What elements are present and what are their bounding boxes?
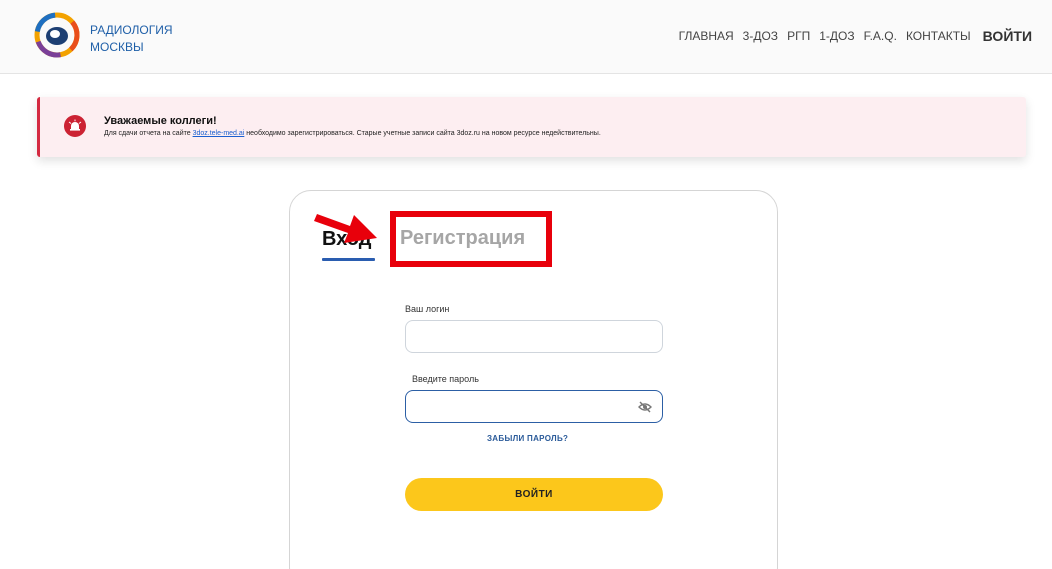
site-header: РАДИОЛОГИЯ МОСКВЫ ГЛАВНАЯ 3-ДОЗ РГП 1-ДО… xyxy=(0,0,1052,74)
logo-icon[interactable] xyxy=(34,12,80,58)
notice-alert: Уважаемые коллеги! Для сдачи отчета на с… xyxy=(37,97,1026,157)
red-arrow-icon xyxy=(313,198,381,251)
logo-text[interactable]: РАДИОЛОГИЯ МОСКВЫ xyxy=(90,22,173,56)
login-input[interactable] xyxy=(405,320,663,353)
nav-link-1doz[interactable]: 1-ДОЗ xyxy=(819,29,854,43)
highlight-box xyxy=(390,211,552,267)
nav-link-3doz[interactable]: 3-ДОЗ xyxy=(743,29,778,43)
login-submit-button[interactable]: ВОЙТИ xyxy=(405,478,663,511)
forgot-password-link[interactable]: ЗАБЫЛИ ПАРОЛЬ? xyxy=(487,434,568,443)
nav-link-contacts[interactable]: КОНТАКТЫ xyxy=(906,29,971,43)
nav-link-rgp[interactable]: РГП xyxy=(787,29,810,43)
password-label: Введите пароль xyxy=(412,374,479,384)
alert-title: Уважаемые коллеги! xyxy=(104,115,217,127)
nav-link-main[interactable]: ГЛАВНАЯ xyxy=(679,29,734,43)
password-input[interactable] xyxy=(405,390,663,423)
nav-login-link[interactable]: ВОЙТИ xyxy=(983,28,1032,44)
logo-line-2: МОСКВЫ xyxy=(90,40,144,54)
alert-message: Для сдачи отчета на сайте 3doz.tele-med.… xyxy=(104,130,601,137)
main-nav: ГЛАВНАЯ 3-ДОЗ РГП 1-ДОЗ F.A.Q. КОНТАКТЫ … xyxy=(679,28,1032,44)
eye-off-icon[interactable] xyxy=(638,400,652,418)
tab-active-indicator xyxy=(322,258,375,261)
alert-text-before: Для сдачи отчета на сайте xyxy=(104,130,193,137)
alert-text-after: необходимо зарегистрироваться. Старые уч… xyxy=(244,130,601,137)
login-label: Ваш логин xyxy=(405,304,450,314)
alert-link[interactable]: 3doz.tele-med.ai xyxy=(193,130,245,137)
alarm-icon xyxy=(64,115,86,137)
nav-link-faq[interactable]: F.A.Q. xyxy=(864,29,897,43)
logo-line-1: РАДИОЛОГИЯ xyxy=(90,23,173,37)
